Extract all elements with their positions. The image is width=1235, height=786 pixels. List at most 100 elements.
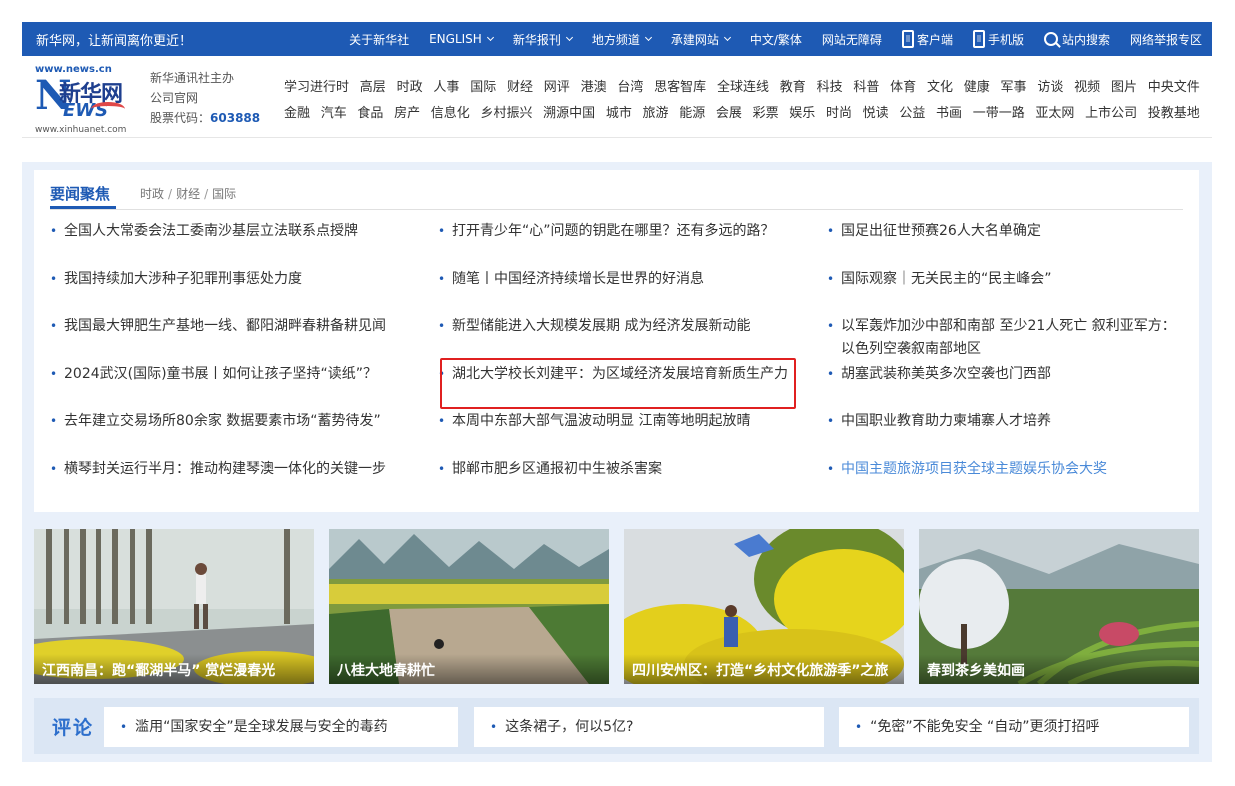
site-header: www.news.cn N 新华网 EWS www.xinhuanet.com … [22,56,1212,138]
news-item-visited[interactable]: 中国主题旅游项目获全球主题娱乐协会大奖 [827,458,1187,506]
news-item[interactable]: 2024武汉(国际)童书展丨如何让孩子坚持“读纸”？ [50,363,422,411]
top-nav-hosted-sites[interactable]: 承建网站 [671,31,731,48]
category-link[interactable]: 乡村振兴 [480,102,532,121]
news-item[interactable]: 中国职业教育助力柬埔寨人才培养 [827,410,1187,458]
category-link[interactable]: 公益 [899,102,925,121]
news-item[interactable]: 全国人大常委会法工委南沙基层立法联系点授牌 [50,220,422,268]
subtab-international[interactable]: 国际 [212,187,236,201]
mobile-icon [972,30,985,48]
top-nav-about[interactable]: 关于新华社 [349,31,409,48]
subtab-finance[interactable]: 财经 [176,187,200,201]
chevron-down-icon [644,33,652,42]
news-item[interactable]: 去年建立交易场所80余家 数据要素市场“蓄势待发” [50,410,422,458]
top-nav-traditional-chinese[interactable]: 中文/繁体 [750,31,802,48]
news-item[interactable]: 国足出征世预赛26人大名单确定 [827,220,1187,268]
category-link[interactable]: 亚太网 [1035,102,1074,121]
comment-item[interactable]: 滥用“国家安全”是全球发展与安全的毒药 [104,707,458,747]
top-nav-newspapers[interactable]: 新华报刊 [513,31,573,48]
category-link[interactable]: 汽车 [321,102,347,121]
photo-caption[interactable]: 春到茶乡美如画 [919,654,1199,684]
category-link[interactable]: 港澳 [581,76,607,95]
category-link[interactable]: 图片 [1111,76,1137,95]
category-link[interactable]: 房产 [394,102,420,121]
category-link[interactable]: 金融 [284,102,310,121]
category-link[interactable]: 时尚 [826,102,852,121]
news-item[interactable]: 我国最大钾肥生产基地一线、鄱阳湖畔春耕备耕见闻 [50,315,422,363]
category-link[interactable]: 会展 [716,102,742,121]
news-focus-panel: 要闻聚焦 时政/财经/国际 全国人大常委会法工委南沙基层立法联系点授牌 我国持续… [34,170,1199,512]
category-link[interactable]: 书画 [936,102,962,121]
category-link[interactable]: 科普 [853,76,879,95]
category-link[interactable]: 视频 [1074,76,1100,95]
category-link[interactable]: 财经 [507,76,533,95]
search-icon [1043,32,1058,46]
category-link[interactable]: 教育 [780,76,806,95]
top-nav-english[interactable]: ENGLISH [429,32,494,46]
news-item[interactable]: 随笔丨中国经济持续增长是世界的好消息 [438,268,808,316]
category-link[interactable]: 中央文件 [1148,76,1200,95]
photo-card-nanchang[interactable]: 江西南昌：跑“鄱湖半马” 赏烂漫春光 [34,529,314,684]
category-link[interactable]: 思客智库 [654,76,706,95]
category-link[interactable]: 悦读 [863,102,889,121]
subtab-politics[interactable]: 时政 [140,187,164,201]
category-link[interactable]: 旅游 [643,102,669,121]
comment-item[interactable]: “免密”不能免安全 “自动”更须打招呼 [839,707,1189,747]
category-link[interactable]: 能源 [679,102,705,121]
category-link[interactable]: 彩票 [753,102,779,121]
category-link[interactable]: 溯源中国 [543,102,595,121]
news-item[interactable]: 打开青少年“心”问题的钥匙在哪里？还有多远的路？ [438,220,808,268]
photo-card-tea-village[interactable]: 春到茶乡美如画 [919,529,1199,684]
top-nav-report[interactable]: 网络举报专区 [1130,31,1202,48]
category-link[interactable]: 健康 [964,76,990,95]
category-link[interactable]: 人事 [433,76,459,95]
top-nav-client[interactable]: 客户端 [901,30,953,48]
top-nav-local-channels[interactable]: 地方频道 [592,31,652,48]
news-item-highlighted[interactable]: 湖北大学校长刘建平：为区域经济发展培育新质生产力 [438,363,808,411]
category-link[interactable]: 投教基地 [1148,102,1200,121]
top-nav-search[interactable]: 站内搜索 [1043,31,1110,48]
category-link[interactable]: 时政 [397,76,423,95]
photo-card-anzhou[interactable]: 四川安州区：打造“乡村文化旅游季”之旅 [624,529,904,684]
comment-title[interactable]: 评论 [52,713,94,740]
top-nav-accessibility[interactable]: 网站无障碍 [822,31,882,48]
photo-caption[interactable]: 四川安州区：打造“乡村文化旅游季”之旅 [624,654,904,684]
category-link[interactable]: 娱乐 [789,102,815,121]
category-link[interactable]: 网评 [544,76,570,95]
xinhua-logo[interactable]: www.news.cn N 新华网 EWS www.xinhuanet.com [35,64,131,135]
category-link[interactable]: 上市公司 [1085,102,1137,121]
focus-title[interactable]: 要闻聚焦 [50,183,110,204]
news-item[interactable]: 新型储能进入大规模发展期 成为经济发展新动能 [438,315,808,363]
logo-swoosh [91,102,125,116]
news-item[interactable]: 以军轰炸加沙中部和南部 至少21人死亡 叙利亚军方：以色列空袭叙南部地区 [827,315,1187,363]
news-item[interactable]: 邯郸市肥乡区通报初中生被杀害案 [438,458,808,506]
category-link[interactable]: 学习进行时 [284,76,349,95]
category-link[interactable]: 信息化 [431,102,470,121]
chevron-down-icon [723,33,731,42]
photo-caption[interactable]: 江西南昌：跑“鄱湖半马” 赏烂漫春光 [34,654,314,684]
news-item[interactable]: 横琴封关运行半月：推动构建琴澳一体化的关键一步 [50,458,422,506]
category-link[interactable]: 国际 [470,76,496,95]
top-nav-mobile[interactable]: 手机版 [972,30,1024,48]
news-item[interactable]: 我国持续加大涉种子犯罪刑事惩处力度 [50,268,422,316]
category-link[interactable]: 一带一路 [973,102,1025,121]
news-item[interactable]: 国际观察｜无关民主的“民主峰会” [827,268,1187,316]
news-item[interactable]: 本周中东部大部气温波动明显 江南等地明起放晴 [438,410,808,458]
category-link[interactable]: 食品 [357,102,383,121]
category-link[interactable]: 全球连线 [717,76,769,95]
category-link[interactable]: 军事 [1001,76,1027,95]
top-nav: 关于新华社 ENGLISH 新华报刊 地方频道 承建网站 中文/繁体 网站无障碍… [329,30,1202,48]
comment-item[interactable]: 这条裙子，何以5亿? [474,707,824,747]
stock-code[interactable]: 603888 [210,111,260,125]
phone-icon [901,30,914,48]
category-link[interactable]: 高层 [360,76,386,95]
category-link[interactable]: 访谈 [1037,76,1063,95]
category-link[interactable]: 体育 [890,76,916,95]
category-link[interactable]: 文化 [927,76,953,95]
photo-card-bagui[interactable]: 八桂大地春耕忙 [329,529,609,684]
category-link[interactable]: 科技 [817,76,843,95]
category-link[interactable]: 城市 [606,102,632,121]
news-column-1: 全国人大常委会法工委南沙基层立法联系点授牌 我国持续加大涉种子犯罪刑事惩处力度 … [50,220,422,505]
photo-caption[interactable]: 八桂大地春耕忙 [329,654,609,684]
category-link[interactable]: 台湾 [617,76,643,95]
news-item[interactable]: 胡塞武装称美英多次空袭也门西部 [827,363,1187,411]
